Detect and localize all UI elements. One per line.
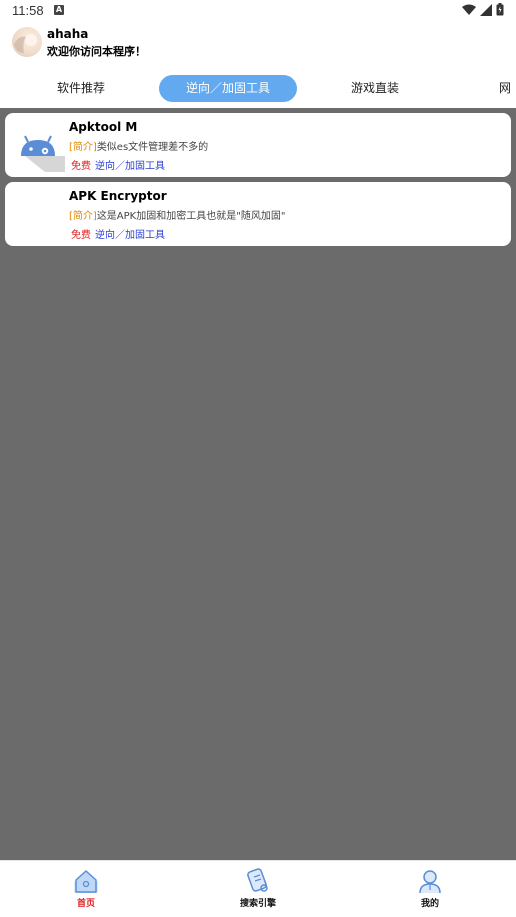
item-description: [简介]这是APK加固和加密工具也就是"随风加固" — [69, 207, 285, 222]
app-list: Apktool M [简介]类似es文件管理差不多的 免费 逆向／加固工具 APK… — [0, 108, 516, 860]
item-description: [简介]类似es文件管理差不多的 — [69, 138, 208, 153]
nav-profile[interactable]: 我的 — [385, 867, 475, 909]
nav-search-engine[interactable]: 搜索引擎 — [213, 867, 303, 909]
desc-text: 类似es文件管理差不多的 — [96, 142, 209, 153]
wifi-icon — [462, 4, 476, 15]
search-engine-icon — [247, 868, 268, 892]
avatar[interactable] — [12, 27, 42, 57]
nav-search-engine-label: 搜索引擎 — [239, 899, 276, 909]
desc-prefix: [简介] — [69, 142, 97, 153]
item-tags: 免费 逆向／加固工具 — [71, 157, 165, 172]
profile-icon — [419, 870, 441, 894]
nav-home-label: 首页 — [76, 899, 95, 909]
tab-web[interactable]: 网 — [494, 75, 516, 102]
username: ahaha — [47, 27, 89, 41]
notification-badge-icon: A — [54, 5, 64, 15]
battery-icon — [496, 3, 504, 16]
tag-category: 逆向／加固工具 — [95, 161, 165, 172]
tag-free: 免费 — [71, 230, 91, 241]
home-icon — [74, 870, 98, 893]
signal-icon — [480, 3, 492, 16]
user-header: ahaha 欢迎你访问本程序！ — [0, 22, 516, 68]
list-item[interactable]: APK Encryptor [简介]这是APK加固和加密工具也就是"随风加固" … — [5, 182, 511, 246]
tab-game-direct[interactable]: 游戏直装 — [330, 75, 420, 102]
status-icons — [462, 3, 504, 16]
desc-text: 这是APK加固和加密工具也就是"随风加固" — [96, 211, 286, 222]
app-icon-placeholder — [17, 199, 65, 241]
status-time: 11:58 — [12, 3, 44, 18]
category-tabs: 软件推荐 逆向／加固工具 游戏直装 网 — [0, 72, 516, 106]
item-title: Apktool M — [69, 120, 138, 134]
item-title: APK Encryptor — [69, 189, 167, 203]
welcome-text: 欢迎你访问本程序！ — [47, 45, 146, 58]
nav-profile-label: 我的 — [420, 899, 439, 909]
list-item[interactable]: Apktool M [简介]类似es文件管理差不多的 免费 逆向／加固工具 — [5, 113, 511, 177]
bottom-navigation: 首页 搜索引擎 我的 — [0, 860, 516, 917]
nav-home[interactable]: 首页 — [41, 867, 131, 909]
desc-prefix: [简介] — [69, 211, 97, 222]
tab-software-recommend[interactable]: 软件推荐 — [36, 75, 126, 102]
status-bar: 11:58 A — [0, 0, 516, 22]
item-tags: 免费 逆向／加固工具 — [71, 226, 165, 241]
tag-free: 免费 — [71, 161, 91, 172]
android-apktool-icon — [21, 135, 65, 172]
tab-reverse-tools[interactable]: 逆向／加固工具 — [159, 75, 297, 102]
tag-category: 逆向／加固工具 — [95, 230, 165, 241]
